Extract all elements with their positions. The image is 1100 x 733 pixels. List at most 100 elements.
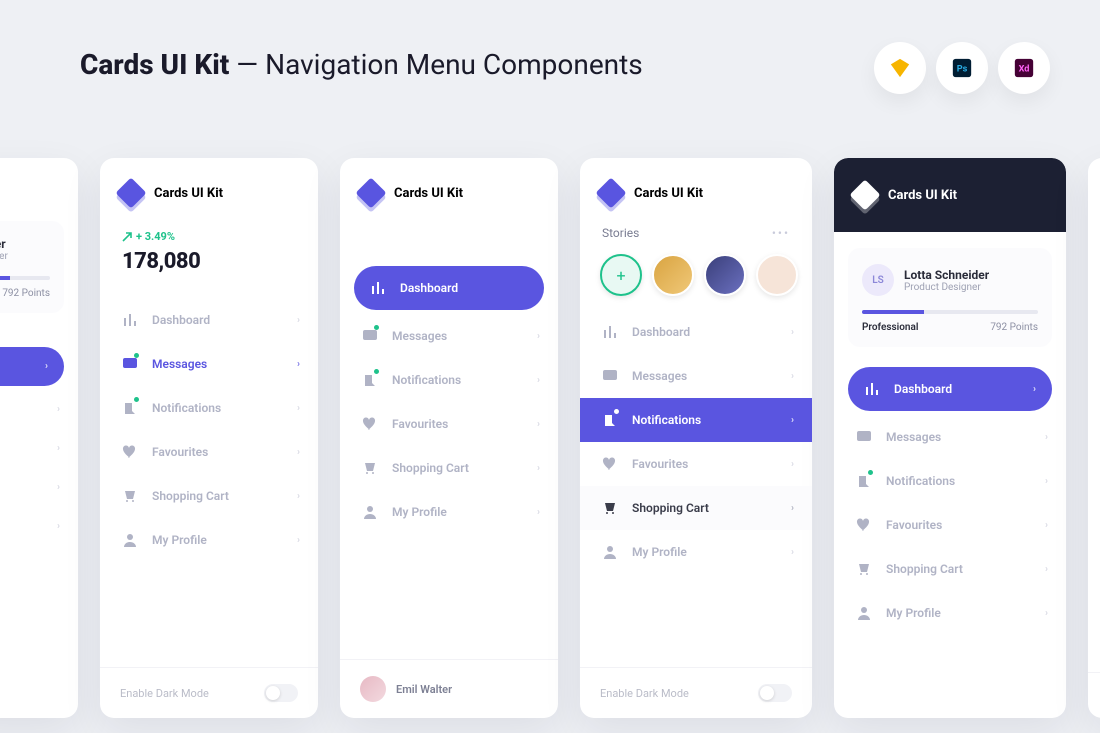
footer-user-name: Emil Walter xyxy=(396,683,452,696)
menu-favourites[interactable]: Favourites› xyxy=(340,402,558,446)
bar-chart-icon xyxy=(122,312,138,328)
menu-favourites[interactable]: Favo xyxy=(1088,430,1100,474)
menu-profile[interactable]: My Profile› xyxy=(100,518,318,562)
level-label: Professional xyxy=(862,322,918,333)
nav-card-partial-right: Ca + 3.49% 178,0 Dast Mes Noti Favo Shop… xyxy=(1088,158,1100,718)
story-avatar[interactable] xyxy=(704,254,746,296)
menu-dashboard[interactable]: Dashboard xyxy=(354,266,544,310)
menu-item[interactable]: › xyxy=(0,390,78,429)
menu-messages[interactable]: Messages› xyxy=(340,314,558,358)
user-icon xyxy=(602,544,618,560)
menu-cart[interactable]: Shopping Cart› xyxy=(100,474,318,518)
nav-card-4: Cards UI Kit LS Lotta Schneider Product … xyxy=(834,158,1066,718)
bar-chart-icon xyxy=(602,324,618,340)
nav-card-2: Cards UI Kit Dashboard Messages› Notific… xyxy=(340,158,558,718)
card-header: Ca xyxy=(1088,158,1100,222)
stat-change: + 3.49% xyxy=(122,230,296,243)
brand-name: Cards UI Kit xyxy=(634,186,703,201)
avatar: LS xyxy=(862,264,894,296)
bell-icon xyxy=(602,412,618,428)
photoshop-icon: Ps xyxy=(936,42,988,94)
svg-text:Xd: Xd xyxy=(1019,65,1030,75)
notification-dot-icon xyxy=(134,397,139,402)
menu-notifications[interactable]: Notifications› xyxy=(580,398,812,442)
dark-mode-toggle[interactable] xyxy=(264,684,298,702)
stories-row: + xyxy=(580,240,812,304)
notification-dot-icon xyxy=(374,369,379,374)
story-avatar[interactable] xyxy=(652,254,694,296)
menu-cart[interactable]: Shopping Cart› xyxy=(834,547,1066,591)
bell-icon xyxy=(362,372,378,388)
menu: Dast Mes Noti Favo Shop xyxy=(1088,298,1100,518)
footer-user[interactable]: Emil Walter xyxy=(340,659,558,718)
menu-favourites[interactable]: Favourites› xyxy=(100,430,318,474)
heart-icon xyxy=(856,517,872,533)
story-avatar[interactable] xyxy=(756,254,798,296)
cards-row: Kit der gner 792 Points › › › › › Cards … xyxy=(0,158,1100,718)
menu: › › › › › xyxy=(0,343,78,546)
bar-chart-icon xyxy=(864,381,880,397)
bar-chart-icon xyxy=(370,280,386,296)
menu-notifications[interactable]: Noti xyxy=(1088,386,1100,430)
progress-bar xyxy=(862,310,1038,314)
dark-mode-toggle-row: Enable Dark Mode xyxy=(100,667,318,718)
stat-value: 178,080 xyxy=(122,249,296,274)
menu-item[interactable]: › xyxy=(0,429,78,468)
menu-dashboard[interactable]: Dast xyxy=(1088,298,1100,342)
dark-mode-toggle-row: Enable Dark xyxy=(1088,672,1100,718)
xd-icon: Xd xyxy=(998,42,1050,94)
card-header: Cards UI Kit xyxy=(100,158,318,222)
menu-cart[interactable]: Shop xyxy=(1088,474,1100,518)
menu-notifications[interactable]: Notifications› xyxy=(834,459,1066,503)
notification-dot-icon xyxy=(374,325,379,330)
menu-profile[interactable]: My Profile› xyxy=(340,490,558,534)
more-icon[interactable]: ••• xyxy=(772,226,790,240)
menu-cart[interactable]: Shopping Cart› xyxy=(580,486,812,530)
notification-dot-icon xyxy=(868,470,873,475)
card-header: Cards UI Kit xyxy=(340,158,558,222)
card-header: Cards UI Kit xyxy=(580,158,812,222)
menu-dashboard[interactable]: Dashboard› xyxy=(100,298,318,342)
menu-notifications[interactable]: Notifications› xyxy=(340,358,558,402)
brand-name: Cards UI Kit xyxy=(394,186,463,201)
notification-dot-icon xyxy=(614,409,619,414)
menu-profile[interactable]: My Profile› xyxy=(580,530,812,574)
cart-icon xyxy=(602,500,618,516)
menu-dashboard[interactable]: Dashboard› xyxy=(848,367,1052,411)
dark-mode-label: Enable Dark Mode xyxy=(120,687,209,700)
menu-item[interactable]: › xyxy=(0,507,78,546)
points-label: 792 Points xyxy=(2,288,50,299)
menu-dashboard[interactable]: Dashboard› xyxy=(580,310,812,354)
page-title: Cards UI Kit — Navigation Menu Component… xyxy=(80,48,643,81)
nav-card-1: Cards UI Kit + 3.49% 178,080 Dashboard› … xyxy=(100,158,318,718)
menu-favourites[interactable]: Favourites› xyxy=(834,503,1066,547)
menu-messages[interactable]: Messages› xyxy=(100,342,318,386)
menu-profile[interactable]: My Profile› xyxy=(834,591,1066,635)
chat-icon xyxy=(362,328,378,344)
menu-favourites[interactable]: Favourites› xyxy=(580,442,812,486)
chat-icon xyxy=(602,368,618,384)
menu-notifications[interactable]: Notifications› xyxy=(100,386,318,430)
menu: Dashboard› Messages› Notifications› Favo… xyxy=(580,310,812,574)
profile-role: gner xyxy=(0,251,8,262)
menu: Dashboard› Messages› Notifications› Favo… xyxy=(834,363,1066,635)
menu-item[interactable]: › xyxy=(0,468,78,507)
menu-messages[interactable]: Messages› xyxy=(580,354,812,398)
add-story-button[interactable]: + xyxy=(600,254,642,296)
menu-item-active[interactable]: › xyxy=(0,347,64,386)
dark-mode-toggle-row: Enable Dark Mode xyxy=(580,667,812,718)
menu-messages[interactable]: Messages› xyxy=(834,415,1066,459)
heart-icon xyxy=(122,444,138,460)
dark-mode-toggle[interactable] xyxy=(758,684,792,702)
points-label: 792 Points xyxy=(990,322,1038,333)
menu-cart[interactable]: Shopping Cart› xyxy=(340,446,558,490)
tool-badges: Ps Xd xyxy=(874,42,1050,94)
nav-card-3: Cards UI Kit Stories ••• + Dashboard› Me… xyxy=(580,158,812,718)
profile-box: der gner 792 Points xyxy=(0,221,64,313)
user-icon xyxy=(362,504,378,520)
logo-icon xyxy=(115,177,146,208)
menu-messages[interactable]: Mes xyxy=(1088,342,1100,386)
cart-icon xyxy=(362,460,378,476)
nav-card-partial-left: Kit der gner 792 Points › › › › › xyxy=(0,158,78,718)
dark-mode-label: Enable Dark Mode xyxy=(600,687,689,700)
